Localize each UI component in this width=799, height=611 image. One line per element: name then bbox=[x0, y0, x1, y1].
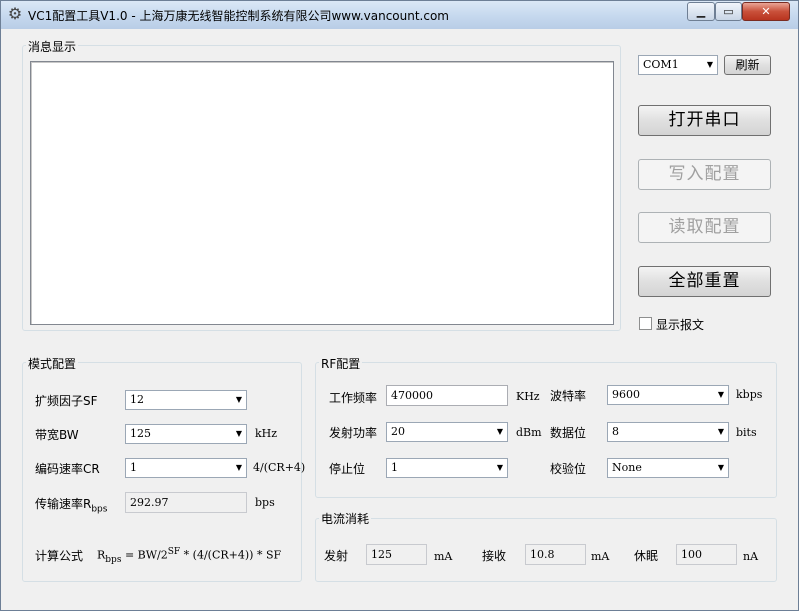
databits-value: 8 bbox=[612, 425, 619, 438]
title-bar[interactable]: ⚙ VC1配置工具V1.0 - 上海万康无线智能控制系统有限公司www.vanc… bbox=[1, 1, 798, 29]
stopbits-select[interactable]: 1 ▼ bbox=[386, 458, 508, 478]
close-button[interactable]: ✕ bbox=[742, 2, 790, 21]
power-select[interactable]: 20 ▼ bbox=[386, 422, 508, 442]
current-group-label: 电流消耗 bbox=[319, 510, 372, 527]
minimize-button[interactable]: ▁ bbox=[687, 2, 715, 21]
com-port-value: COM1 bbox=[643, 58, 679, 71]
read-config-button[interactable]: 读取配置 bbox=[638, 212, 771, 243]
bw-unit: kHz bbox=[255, 427, 278, 440]
baud-label: 波特率 bbox=[550, 389, 587, 403]
sleep-unit: nA bbox=[743, 550, 759, 563]
rx-unit: mA bbox=[591, 550, 610, 563]
chevron-down-icon: ▼ bbox=[235, 395, 242, 404]
freq-input[interactable]: 470000 bbox=[386, 385, 508, 406]
cr-select[interactable]: 1 ▼ bbox=[125, 458, 247, 478]
freq-label: 工作频率 bbox=[329, 391, 378, 405]
open-port-button[interactable]: 打开串口 bbox=[638, 105, 771, 136]
sf-label: 扩频因子SF bbox=[35, 394, 98, 408]
power-value: 20 bbox=[391, 425, 405, 438]
databits-unit: bits bbox=[736, 426, 757, 439]
chevron-down-icon: ▼ bbox=[717, 427, 724, 436]
chevron-down-icon: ▼ bbox=[496, 463, 503, 472]
message-display-area[interactable] bbox=[30, 61, 614, 325]
tx-value-field: 125 bbox=[366, 544, 427, 565]
chevron-down-icon: ▼ bbox=[235, 429, 242, 438]
rate-unit: bps bbox=[255, 496, 275, 509]
formula-text: Rbps = BW/2SF * (4/(CR+4)) * SF bbox=[97, 547, 282, 565]
tx-label: 发射 bbox=[324, 549, 349, 563]
app-window: ⚙ VC1配置工具V1.0 - 上海万康无线智能控制系统有限公司www.vanc… bbox=[0, 0, 799, 611]
stopbits-value: 1 bbox=[391, 461, 398, 474]
rate-label: 传输速率Rbps bbox=[35, 497, 108, 515]
stopbits-label: 停止位 bbox=[329, 462, 366, 476]
chevron-down-icon: ▼ bbox=[235, 463, 242, 472]
rx-value-field: 10.8 bbox=[525, 544, 586, 565]
window-title: VC1配置工具V1.0 - 上海万康无线智能控制系统有限公司www.vancou… bbox=[28, 9, 449, 23]
sleep-value-field: 100 bbox=[676, 544, 737, 565]
show-frames-label: 显示报文 bbox=[656, 318, 705, 332]
bw-label: 带宽BW bbox=[35, 428, 79, 442]
refresh-button[interactable]: 刷新 bbox=[724, 55, 771, 75]
baud-select[interactable]: 9600 ▼ bbox=[607, 385, 729, 405]
show-frames-checkbox[interactable] bbox=[639, 317, 652, 330]
parity-label: 校验位 bbox=[550, 462, 587, 476]
bw-value: 125 bbox=[130, 427, 151, 440]
write-config-button[interactable]: 写入配置 bbox=[638, 159, 771, 190]
maximize-button[interactable]: ▭ bbox=[715, 2, 742, 21]
gear-icon: ⚙ bbox=[7, 4, 23, 23]
power-label: 发射功率 bbox=[329, 426, 378, 440]
rf-config-label: RF配置 bbox=[319, 355, 363, 372]
baud-value: 9600 bbox=[612, 388, 640, 401]
formula-label: 计算公式 bbox=[35, 549, 84, 563]
bw-select[interactable]: 125 ▼ bbox=[125, 424, 247, 444]
cr-label: 编码速率CR bbox=[35, 462, 100, 476]
cr-value: 1 bbox=[130, 461, 137, 474]
baud-unit: kbps bbox=[736, 388, 763, 401]
power-unit: dBm bbox=[516, 426, 542, 439]
databits-select[interactable]: 8 ▼ bbox=[607, 422, 729, 442]
parity-value: None bbox=[612, 461, 642, 474]
rate-value-field: 292.97 bbox=[125, 492, 247, 513]
reset-all-button[interactable]: 全部重置 bbox=[638, 266, 771, 297]
databits-label: 数据位 bbox=[550, 426, 587, 440]
tx-unit: mA bbox=[434, 550, 453, 563]
chevron-down-icon: ▼ bbox=[717, 463, 724, 472]
message-group-label: 消息显示 bbox=[26, 38, 79, 55]
sleep-label: 休眠 bbox=[634, 549, 659, 563]
sf-value: 12 bbox=[130, 393, 144, 406]
rx-label: 接收 bbox=[482, 549, 507, 563]
cr-unit: 4/(CR+4) bbox=[253, 461, 306, 474]
freq-unit: KHz bbox=[516, 390, 540, 403]
sf-select[interactable]: 12 ▼ bbox=[125, 390, 247, 410]
chevron-down-icon: ▼ bbox=[496, 427, 503, 436]
mode-config-label: 模式配置 bbox=[26, 355, 79, 372]
chevron-down-icon: ▼ bbox=[717, 390, 724, 399]
chevron-down-icon: ▼ bbox=[706, 60, 713, 69]
com-port-select[interactable]: COM1 ▼ bbox=[638, 55, 718, 75]
parity-select[interactable]: None ▼ bbox=[607, 458, 729, 478]
